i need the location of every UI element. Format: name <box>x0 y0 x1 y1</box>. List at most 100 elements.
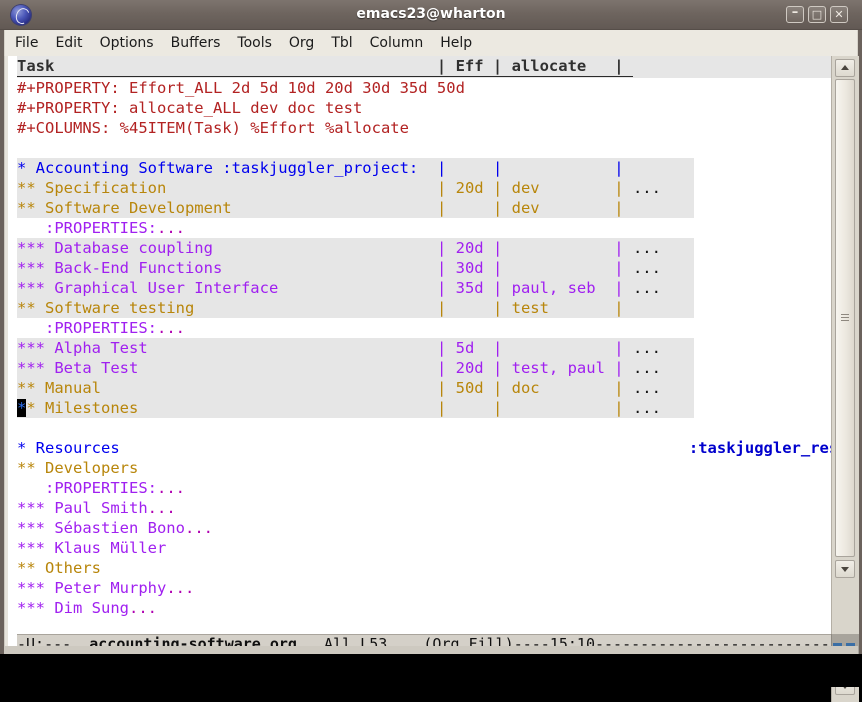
column-view-row: ** Software testing | | test | <box>17 298 831 318</box>
column-separator: | <box>436 239 456 257</box>
menu-item-options[interactable]: Options <box>93 30 161 56</box>
column-cell-task[interactable]: ** Specification <box>17 179 437 197</box>
ellipsis-icon[interactable]: ... <box>157 219 185 237</box>
column-cell-eff[interactable]: 50d <box>456 379 484 397</box>
menu-item-help[interactable]: Help <box>433 30 479 56</box>
ellipsis-icon[interactable]: ... <box>633 339 661 357</box>
column-cell-task[interactable]: *** Back-End Functions <box>17 259 437 277</box>
ellipsis-icon[interactable]: ... <box>633 379 661 397</box>
ellipsis-icon[interactable]: ... <box>633 359 661 377</box>
menu-item-edit[interactable]: Edit <box>48 30 89 56</box>
column-cell-eff[interactable]: 35d <box>456 279 484 297</box>
column-cell-task[interactable]: *** Database coupling <box>17 239 437 257</box>
column-cell-task[interactable]: *** Alpha Test <box>17 339 437 357</box>
heading-text[interactable]: *** Dim Sung <box>17 599 129 617</box>
column-cell-allocate[interactable] <box>512 339 605 357</box>
column-cell-task[interactable]: * Milestones <box>26 399 437 417</box>
window-bottom-shadow <box>0 654 862 687</box>
properties-label: :PROPERTIES: <box>17 219 157 237</box>
ellipsis-icon[interactable]: ... <box>633 259 661 277</box>
column-view-row: ** Milestones | | | ... <box>17 398 831 418</box>
frame-bottom-edge <box>4 646 858 654</box>
column-separator: | <box>436 179 456 197</box>
heading-text[interactable]: *** Klaus Müller <box>17 539 166 557</box>
column-cell-task[interactable]: *** Beta Test <box>17 359 437 377</box>
column-cell-eff[interactable]: 5d <box>456 339 484 357</box>
scroll-down-arrow-icon[interactable] <box>835 560 855 578</box>
minimize-icon: – <box>791 5 799 20</box>
column-separator: | <box>604 159 633 177</box>
column-view-row: *** Back-End Functions | 30d | | ... <box>17 258 831 278</box>
column-cell-allocate[interactable]: test <box>512 299 605 317</box>
properties-label: :PROPERTIES: <box>17 479 157 497</box>
scrollbar-thumb[interactable] <box>835 79 855 557</box>
ellipsis-icon[interactable]: ... <box>157 319 185 337</box>
column-cell-allocate[interactable] <box>512 259 605 277</box>
column-separator: | <box>483 379 512 397</box>
menu-item-tbl[interactable]: Tbl <box>324 30 359 56</box>
ellipsis-icon[interactable]: ... <box>633 179 661 197</box>
close-button[interactable]: ✕ <box>830 6 848 23</box>
heading-text[interactable]: *** Peter Murphy <box>17 579 166 597</box>
org-tag[interactable]: :taskjuggler_resource: <box>689 439 831 457</box>
menu-bar: File Edit Options Buffers Tools Org Tbl Column H… <box>4 30 858 56</box>
ellipsis-icon[interactable]: ... <box>129 599 157 617</box>
menu-item-file[interactable]: File <box>8 30 45 56</box>
column-cell-eff[interactable]: 30d <box>456 259 484 277</box>
column-cell-allocate[interactable] <box>512 239 605 257</box>
column-separator: | <box>436 299 456 317</box>
keyword-text: #+COLUMNS: %45ITEM(Task) %Effort %alloca… <box>17 119 409 137</box>
text-cursor: * <box>17 399 27 417</box>
column-view-row: ** Software Development | | dev | <box>17 198 831 218</box>
menu-item-buffers[interactable]: Buffers <box>164 30 228 56</box>
column-separator: | <box>436 279 456 297</box>
column-cell-allocate[interactable]: doc <box>512 379 605 397</box>
column-cell-task[interactable]: ** Manual <box>17 379 437 397</box>
column-cell-allocate[interactable]: test, paul <box>512 359 605 377</box>
heading-text[interactable]: ** Developers <box>17 459 138 477</box>
column-separator: | <box>436 259 456 277</box>
column-cell-eff[interactable] <box>456 399 484 417</box>
menu-item-tools[interactable]: Tools <box>230 30 279 56</box>
ellipsis-icon[interactable]: ... <box>185 519 213 537</box>
column-cell-task[interactable]: *** Graphical User Interface <box>17 279 437 297</box>
buffer-text-area[interactable]: #+PROPERTY: Effort_ALL 2d 5d 10d 20d 30d… <box>17 56 831 656</box>
column-cell-allocate[interactable] <box>512 399 605 417</box>
column-cell-eff[interactable]: 20d <box>456 179 484 197</box>
ellipsis-icon[interactable]: ... <box>166 579 194 597</box>
column-cell-allocate[interactable] <box>512 159 605 177</box>
heading-text[interactable]: ** Others <box>17 559 101 577</box>
column-cell-allocate[interactable]: dev <box>512 179 605 197</box>
column-cell-eff[interactable]: 20d <box>456 239 484 257</box>
heading-text[interactable]: * Resources <box>17 439 689 457</box>
column-separator: | <box>436 399 456 417</box>
ellipsis-icon[interactable]: ... <box>157 479 185 497</box>
ellipsis-icon[interactable]: ... <box>633 279 661 297</box>
ellipsis-icon[interactable]: ... <box>633 399 661 417</box>
scroll-up-arrow-icon[interactable] <box>835 59 855 77</box>
menu-item-column[interactable]: Column <box>363 30 431 56</box>
column-cell-eff[interactable]: 20d <box>456 359 484 377</box>
column-cell-allocate[interactable]: paul, seb <box>512 279 605 297</box>
column-cell-eff[interactable] <box>456 199 484 217</box>
heading-text[interactable]: *** Sébastien Bono <box>17 519 185 537</box>
org-keyword-line: #+COLUMNS: %45ITEM(Task) %Effort %alloca… <box>17 118 831 138</box>
column-cell-eff[interactable] <box>456 299 484 317</box>
column-cell-task[interactable]: ** Software Development <box>17 199 437 217</box>
vertical-scrollbar[interactable] <box>831 56 859 654</box>
column-view-row: ** Specification | 20d | dev | ... <box>17 178 831 198</box>
column-view-row: *** Database coupling | 20d | | ... <box>17 238 831 258</box>
ellipsis-icon[interactable]: ... <box>633 239 661 257</box>
column-cell-task[interactable]: ** Software testing <box>17 299 437 317</box>
column-cell-eff[interactable] <box>456 159 484 177</box>
maximize-button[interactable]: □ <box>808 6 826 23</box>
scrollbar-grip-icon <box>841 314 849 321</box>
heading-text[interactable]: *** Paul Smith <box>17 499 148 517</box>
column-cell-allocate[interactable]: dev <box>512 199 605 217</box>
column-cell-task[interactable]: * Accounting Software :taskjuggler_proje… <box>17 159 437 177</box>
minimize-button[interactable]: – <box>786 6 804 23</box>
ellipsis-icon[interactable]: ... <box>148 499 176 517</box>
menu-item-org[interactable]: Org <box>282 30 321 56</box>
